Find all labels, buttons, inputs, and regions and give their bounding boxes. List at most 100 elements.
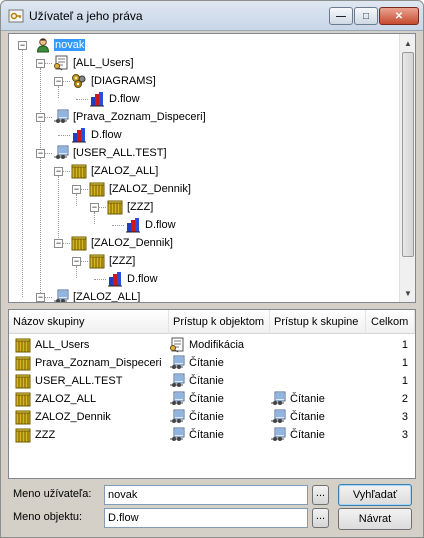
group-name-cell: ZZZ: [15, 426, 169, 444]
key-icon: [8, 8, 24, 24]
tree-node[interactable]: [ALL_Users]: [53, 54, 135, 72]
group-name-cell: ZALOZ_Dennik: [15, 408, 169, 426]
tree-node-label: [ZALOZ_Dennik]: [109, 183, 191, 195]
group-read-icon: [53, 109, 69, 125]
search-button[interactable]: Vyhľadať: [338, 484, 412, 506]
scroll-thumb[interactable]: [402, 52, 414, 257]
column-header-group[interactable]: Názov skupiny: [9, 310, 169, 334]
tree-node[interactable]: [Prava_Zoznam_Dispeceri]: [53, 108, 207, 126]
tree-collapse-toggle[interactable]: −: [36, 293, 45, 302]
column-header-group-access[interactable]: Prístup k skupine: [270, 310, 366, 334]
total-cell: 1: [401, 357, 408, 369]
scroll-up-icon[interactable]: ▲: [401, 35, 415, 51]
tree-node-label: [ZZZ]: [127, 201, 154, 213]
close-button[interactable]: ✕: [379, 7, 419, 25]
user-icon: [35, 37, 51, 53]
group-access-cell: Čítanie: [270, 408, 366, 426]
tree-collapse-toggle[interactable]: −: [72, 257, 81, 266]
folder-group-icon: [71, 235, 87, 251]
folder-group-icon: [15, 409, 31, 425]
total-cell: 1: [401, 339, 408, 351]
tree-node[interactable]: novak: [35, 36, 86, 54]
tree-collapse-toggle[interactable]: −: [72, 185, 81, 194]
folder-group-icon: [15, 355, 31, 371]
tree-node[interactable]: [DIAGRAMS]: [71, 72, 157, 90]
tree-collapse-toggle[interactable]: −: [54, 77, 63, 86]
folder-group-icon: [15, 391, 31, 407]
tree-node[interactable]: [ZZZ]: [107, 198, 154, 216]
group-read-icon: [53, 145, 69, 161]
group-read-icon: [169, 355, 185, 371]
tree-connector-line: [112, 225, 124, 226]
folder-group-icon: [107, 199, 123, 215]
tree-node-label: [ALL_Users]: [73, 57, 134, 69]
tree-collapse-toggle[interactable]: −: [90, 203, 99, 212]
tree-node-label: [ZALOZ_Dennik]: [91, 237, 173, 249]
browse-user-button[interactable]: ...: [312, 485, 329, 505]
tree-node[interactable]: D.flow: [125, 216, 177, 234]
flow-file-icon: [71, 127, 87, 143]
list-row[interactable]: ZZZ Čítanie Čítanie 3: [9, 426, 415, 444]
group-read-icon: [169, 409, 185, 425]
browse-object-button[interactable]: ...: [312, 508, 329, 528]
object-name-field[interactable]: D.flow: [104, 508, 308, 528]
list-row[interactable]: ZALOZ_Dennik Čítanie Čítanie 3: [9, 408, 415, 426]
group-modify-icon: [169, 337, 185, 353]
tree-node[interactable]: [ZALOZ_Dennik]: [71, 234, 174, 252]
group-read-icon: [169, 373, 185, 389]
tree-node-label: [USER_ALL.TEST]: [73, 147, 167, 159]
tree-node-label: novak: [54, 39, 86, 51]
tree-node[interactable]: [ZALOZ_Dennik]: [89, 180, 192, 198]
groups-list[interactable]: Názov skupiny Prístup k objektom Prístup…: [8, 309, 416, 479]
tree-node[interactable]: D.flow: [107, 270, 159, 288]
folder-group-icon: [15, 337, 31, 353]
tree-vertical-scrollbar[interactable]: ▲ ▼: [399, 34, 415, 302]
tree-node[interactable]: [ZALOZ_ALL]: [53, 288, 141, 302]
user-name-field[interactable]: novak: [104, 485, 308, 505]
group-name-cell: ZALOZ_ALL: [15, 390, 169, 408]
maximize-icon: □: [362, 10, 370, 22]
tree-node[interactable]: [ZALOZ_ALL]: [71, 162, 159, 180]
tree-node[interactable]: [USER_ALL.TEST]: [53, 144, 168, 162]
group-modify-icon: [53, 55, 69, 71]
minimize-button[interactable]: —: [329, 7, 353, 25]
group-read-icon: [53, 289, 69, 302]
group-name-cell: ALL_Users: [15, 336, 169, 354]
tree-node[interactable]: D.flow: [89, 90, 141, 108]
tree-node-label: [Prava_Zoznam_Dispeceri]: [73, 111, 206, 123]
flow-file-icon: [89, 91, 105, 107]
rights-tree[interactable]: − novak − [ALL_Users] − [DIAGRAMS] D.flow − [Pra…: [8, 33, 416, 303]
tree-guide-line: [76, 266, 77, 278]
list-row[interactable]: Prava_Zoznam_Dispeceri Čítanie 1: [9, 354, 415, 372]
list-row[interactable]: USER_ALL.TEST Čítanie 1: [9, 372, 415, 390]
tree-node[interactable]: [ZZZ]: [89, 252, 136, 270]
scroll-down-icon[interactable]: ▼: [401, 285, 415, 301]
maximize-button[interactable]: □: [354, 7, 378, 25]
tree-collapse-toggle[interactable]: −: [36, 149, 45, 158]
tree-collapse-toggle[interactable]: −: [18, 41, 27, 50]
object-access-cell: Čítanie: [169, 390, 270, 408]
object-access-cell: Čítanie: [169, 372, 270, 390]
list-row[interactable]: ZALOZ_ALL Čítanie Čítanie 2: [9, 390, 415, 408]
column-header-total[interactable]: Celkom: [366, 310, 415, 334]
tree-content: − novak − [ALL_Users] − [DIAGRAMS] D.flow − [Pra…: [9, 34, 401, 302]
object-access-cell: Čítanie: [169, 354, 270, 372]
folder-group-icon: [89, 253, 105, 269]
back-button[interactable]: Návrat: [338, 508, 412, 530]
list-row[interactable]: ALL_Users Modifikácia 1: [9, 336, 415, 354]
column-header-object-access[interactable]: Prístup k objektom: [169, 310, 270, 334]
tree-collapse-toggle[interactable]: −: [54, 239, 63, 248]
tree-node[interactable]: D.flow: [71, 126, 123, 144]
tree-collapse-toggle[interactable]: −: [36, 59, 45, 68]
title-bar[interactable]: Užívateľ a jeho práva — □ ✕: [1, 1, 423, 31]
flow-file-icon: [107, 271, 123, 287]
group-name-cell: Prava_Zoznam_Dispeceri: [15, 354, 169, 372]
diagrams-icon: [71, 73, 87, 89]
folder-group-icon: [89, 181, 105, 197]
close-icon: ✕: [394, 10, 404, 22]
group-read-icon: [169, 427, 185, 443]
total-cell: 3: [401, 411, 408, 423]
tree-collapse-toggle[interactable]: −: [54, 167, 63, 176]
tree-guide-line: [58, 176, 59, 242]
tree-collapse-toggle[interactable]: −: [36, 113, 45, 122]
